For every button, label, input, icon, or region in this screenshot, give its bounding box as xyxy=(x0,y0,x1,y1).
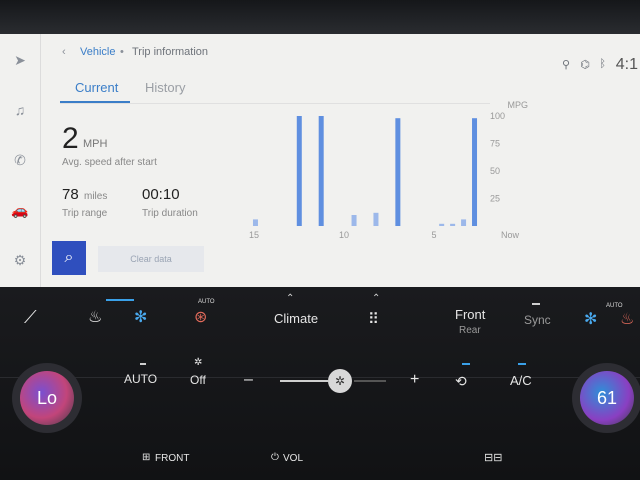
tab-active-indicator xyxy=(60,101,130,103)
breadcrumb-vehicle[interactable]: Vehicle xyxy=(80,46,115,58)
auto-indicator xyxy=(140,363,146,365)
chart-y-tick: 50 xyxy=(490,166,500,176)
right-temp-knob[interactable]: 61 xyxy=(572,363,640,433)
sync-indicator xyxy=(532,303,540,305)
chart-bar xyxy=(461,219,467,226)
front-zone-button[interactable]: Front xyxy=(455,307,485,322)
breadcrumb-separator: • xyxy=(120,46,124,58)
chart-bar xyxy=(252,219,258,226)
climate-caret-icon: ⌃ xyxy=(286,293,295,304)
tab-current[interactable]: Current xyxy=(75,80,118,95)
seat-recline-icon[interactable]: ⟋ xyxy=(24,307,37,328)
bluetooth-icon: ᛒ xyxy=(599,58,606,70)
fan-speed-track-filled xyxy=(280,380,328,382)
music-icon[interactable]: ♫ xyxy=(10,100,30,120)
chart-y-tick: 25 xyxy=(490,194,500,204)
chart-bar xyxy=(296,116,302,226)
chart-bar xyxy=(351,215,357,226)
navigation-icon[interactable]: ➤ xyxy=(10,50,30,70)
fan-increase-button[interactable]: + xyxy=(410,371,419,389)
trip-duration-value: 00:10 xyxy=(142,186,180,203)
left-temp-knob[interactable]: Lo xyxy=(12,363,82,433)
fan-speed-track xyxy=(354,380,386,382)
fan-icon: ✲ xyxy=(194,357,203,368)
chart-x-tick: Now xyxy=(501,230,520,240)
chart-bar xyxy=(395,118,401,226)
avg-speed-unit: MPH xyxy=(83,138,108,150)
sidebar: ➤ ♫ ✆ 🚗 ⚙ xyxy=(0,34,41,287)
tab-history[interactable]: History xyxy=(145,80,185,95)
mpg-bar-chart: MPG100 75 50 25 15 10 5 Now xyxy=(249,100,528,240)
chart-x-tick: 15 xyxy=(249,230,259,240)
menu-caret-icon: ⌃ xyxy=(372,293,381,304)
chart-bar xyxy=(450,223,456,226)
search-button[interactable]: ⌕ xyxy=(52,241,86,275)
grid-icon[interactable]: ⠿ xyxy=(368,310,379,328)
chart-bar xyxy=(373,212,379,226)
recirculation-icon[interactable]: ⟲ xyxy=(455,373,467,390)
chart-y-tick: 75 xyxy=(490,139,500,149)
chart-y-tick: 100 xyxy=(490,111,505,121)
ac-button[interactable]: A/C xyxy=(510,373,532,388)
search-icon: ⌕ xyxy=(64,249,74,266)
chart-x-tick: 10 xyxy=(339,230,349,240)
settings-icon[interactable]: ⚙ xyxy=(10,250,30,270)
avg-speed-value: 2 xyxy=(62,122,79,155)
top-bezel xyxy=(0,0,640,34)
trip-range-unit: miles xyxy=(84,191,108,202)
seat-ventilation-icon[interactable]: ✻ xyxy=(134,307,147,327)
trip-duration-label: Trip duration xyxy=(142,208,198,219)
seat-heat-level-indicator xyxy=(106,299,134,301)
wifi-icon: ⌬ xyxy=(580,59,590,71)
passenger-seat-heater-icon[interactable]: ♨ xyxy=(620,309,634,329)
chart-x-tick: 5 xyxy=(431,230,436,240)
clock: 4:1 xyxy=(615,56,638,73)
trip-range-value: 78 xyxy=(62,186,79,203)
fan-decrease-button[interactable]: – xyxy=(244,371,253,389)
fan-speed-slider-handle[interactable]: ✲ xyxy=(328,369,352,393)
fan-off-button[interactable]: Off xyxy=(190,373,206,387)
antenna-icon: ⚲ xyxy=(561,59,570,71)
chart-bar xyxy=(318,116,324,226)
steering-heat-auto-badge: AUTO xyxy=(198,299,215,305)
rear-zone-button[interactable]: Rear xyxy=(459,325,481,336)
back-icon[interactable]: ‹ xyxy=(62,46,66,58)
clear-data-button[interactable]: Clear data xyxy=(98,246,204,272)
car-icon[interactable]: 🚗 xyxy=(10,200,30,220)
ac-indicator xyxy=(518,363,526,365)
breadcrumb-current: Trip information xyxy=(132,46,209,58)
right-temp-display: 61 xyxy=(580,371,634,425)
power-icon[interactable]: ⏻ xyxy=(271,452,279,463)
volume-label: VOL xyxy=(283,453,304,464)
phone-icon[interactable]: ✆ xyxy=(10,150,30,170)
passenger-seat-ventilation-icon[interactable]: ✻ xyxy=(584,309,597,329)
climate-button[interactable]: Climate xyxy=(274,311,318,326)
climate-control-panel: ⟋ ♨ ✻ AUTO ⊛ ⌃ Climate ⌃ ⠿ Front Rear Sy… xyxy=(0,287,640,480)
recirculation-indicator xyxy=(462,363,470,365)
auto-button[interactable]: AUTO xyxy=(124,372,157,386)
chart-bar xyxy=(472,118,478,226)
steering-heater-icon[interactable]: ⊛ xyxy=(194,307,207,327)
left-temp-display: Lo xyxy=(20,371,74,425)
front-defrost-label: FRONT xyxy=(155,453,190,464)
chart-y-label: MPG xyxy=(507,100,528,110)
front-defrost-icon[interactable]: ⊞ xyxy=(142,452,150,463)
chart-bar xyxy=(439,223,445,226)
sync-button[interactable]: Sync xyxy=(524,313,551,327)
infotainment-screen: ➤ ♫ ✆ 🚗 ⚙ ‹ Vehicle • Trip information ⚲… xyxy=(0,34,640,287)
rear-defrost-icon[interactable]: ⊟⊟ xyxy=(484,451,502,464)
panel-divider xyxy=(0,377,640,378)
seat-heater-icon[interactable]: ♨ xyxy=(88,307,102,327)
avg-speed-label: Avg. speed after start xyxy=(62,157,157,168)
trip-range-label: Trip range xyxy=(62,208,108,219)
